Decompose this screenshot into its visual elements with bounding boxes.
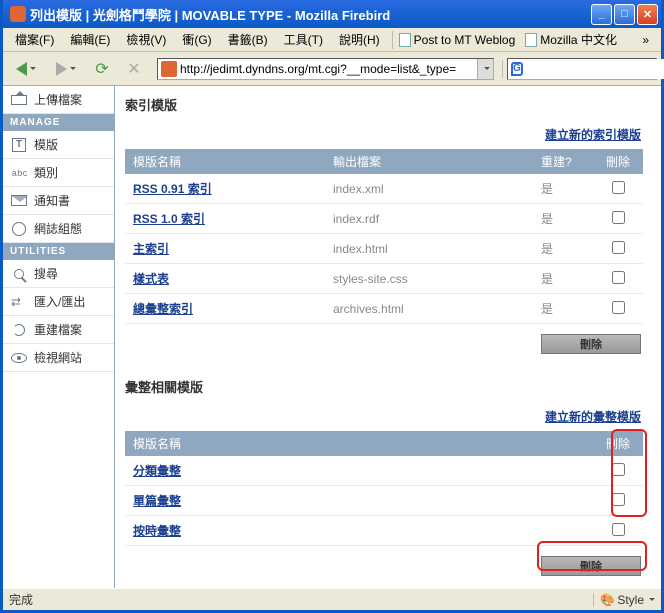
delete-checkbox[interactable] [612, 301, 625, 314]
menu-bookmarks[interactable]: 書籤(B) [222, 29, 274, 50]
navigation-toolbar: ⟳ ✕ G [3, 52, 661, 86]
back-button[interactable] [7, 55, 45, 83]
search-icon [14, 269, 24, 279]
template-link[interactable]: 單篇彙整 [133, 494, 181, 508]
status-text: 完成 [9, 591, 593, 608]
table-row: 總彙整索引archives.html是 [125, 294, 643, 324]
rebuild-icon [13, 324, 25, 336]
close-window-button[interactable]: ✕ [637, 4, 658, 25]
menu-go[interactable]: 衝(G) [176, 29, 217, 50]
forward-arrow-icon [56, 62, 67, 76]
sidebar-import-export[interactable]: 匯入/匯出 [3, 288, 114, 316]
archive-templates-table: 模版名稱 刪除 分類彙整 單篇彙整 按時彙整 [125, 431, 643, 546]
bookmark-mozilla-zh[interactable]: Mozilla 中文化 [525, 31, 617, 48]
reload-icon: ⟳ [95, 59, 108, 79]
reload-button[interactable]: ⟳ [87, 55, 117, 83]
style-selector[interactable]: 🎨 Style [593, 593, 655, 607]
menu-help[interactable]: 說明(H) [333, 29, 386, 50]
url-dropdown-icon[interactable] [477, 59, 493, 79]
globe-icon [12, 222, 26, 236]
delete-checkbox[interactable] [612, 181, 625, 194]
delete-checkbox[interactable] [612, 211, 625, 224]
sidebar-categories[interactable]: a b c類別 [3, 159, 114, 187]
template-link[interactable]: 分類彙整 [133, 464, 181, 478]
create-index-template-link[interactable]: 建立新的索引模版 [545, 128, 641, 142]
search-input[interactable] [526, 59, 664, 79]
template-link[interactable]: 主索引 [133, 242, 169, 256]
stop-button[interactable]: ✕ [119, 55, 149, 83]
highlight-annotation [537, 541, 647, 571]
template-link[interactable]: 樣式表 [133, 272, 169, 286]
minimize-button[interactable]: _ [591, 4, 612, 25]
template-link[interactable]: RSS 1.0 索引 [133, 212, 205, 226]
table-row: RSS 0.91 索引index.xml是 [125, 174, 643, 204]
window-titlebar: 列出模版 | 光劍格鬥學院 | MOVABLE TYPE - Mozilla F… [3, 0, 661, 28]
status-bar: 完成 🎨 Style [3, 588, 661, 610]
sidebar-upload[interactable]: 上傳檔案 [3, 86, 114, 114]
template-icon: T [12, 138, 26, 152]
template-link[interactable]: RSS 0.91 索引 [133, 182, 212, 196]
delete-checkbox[interactable] [612, 271, 625, 284]
th-output: 輸出檔案 [325, 149, 533, 174]
table-row: 分類彙整 [125, 456, 643, 486]
sidebar-weblog-config[interactable]: 網誌組態 [3, 215, 114, 243]
th-delete: 刪除 [593, 149, 643, 174]
th-rebuild: 重建? [533, 149, 593, 174]
menu-edit[interactable]: 編輯(E) [64, 29, 116, 50]
category-icon: a b c [10, 166, 28, 180]
th-name: 模版名稱 [125, 431, 593, 456]
th-name: 模版名稱 [125, 149, 325, 174]
menu-file[interactable]: 檔案(F) [9, 29, 60, 50]
stop-icon: ✕ [127, 59, 140, 79]
import-export-icon [11, 295, 27, 309]
sidebar-search[interactable]: 搜尋 [3, 260, 114, 288]
template-link[interactable]: 按時彙整 [133, 524, 181, 538]
app-icon [10, 6, 26, 22]
sidebar-header-manage: MANAGE [3, 114, 114, 131]
template-link[interactable]: 總彙整索引 [133, 302, 193, 316]
site-icon [161, 61, 177, 77]
search-bar[interactable]: G [507, 58, 657, 80]
url-input[interactable] [180, 59, 477, 79]
upload-icon [11, 95, 27, 105]
address-bar[interactable] [157, 58, 494, 80]
table-row: 主索引index.html是 [125, 234, 643, 264]
menu-bar: 檔案(F) 編輯(E) 檢視(V) 衝(G) 書籤(B) 工具(T) 說明(H)… [3, 28, 661, 52]
page-icon [399, 33, 411, 47]
delete-checkbox[interactable] [612, 241, 625, 254]
menu-view[interactable]: 檢視(V) [120, 29, 172, 50]
index-templates-table: 模版名稱 輸出檔案 重建? 刪除 RSS 0.91 索引index.xml是 R… [125, 149, 643, 324]
google-icon: G [511, 62, 523, 76]
create-archive-template-link[interactable]: 建立新的彙整模版 [545, 410, 641, 424]
page-icon [525, 33, 537, 47]
main-content: 索引模版 建立新的索引模版 模版名稱 輸出檔案 重建? 刪除 RSS 0.91 … [115, 86, 661, 588]
menu-overflow-icon[interactable]: » [636, 33, 655, 47]
delete-index-button[interactable]: 刪除 [541, 334, 641, 354]
menu-tools[interactable]: 工具(T) [278, 29, 329, 50]
sidebar-view-site[interactable]: 檢視網站 [3, 344, 114, 372]
table-row: 樣式表styles-site.css是 [125, 264, 643, 294]
sidebar-notifications[interactable]: 通知書 [3, 187, 114, 215]
sidebar: 上傳檔案 MANAGE T模版 a b c類別 通知書 網誌組態 UTILITI… [3, 86, 115, 588]
forward-button[interactable] [47, 55, 85, 83]
sidebar-templates[interactable]: T模版 [3, 131, 114, 159]
eye-icon [11, 353, 27, 363]
back-arrow-icon [16, 62, 27, 76]
section-title-index: 索引模版 [125, 92, 643, 122]
section-title-archive: 彙整相關模版 [125, 374, 643, 404]
table-row: RSS 1.0 索引index.rdf是 [125, 204, 643, 234]
palette-icon: 🎨 [600, 593, 615, 607]
highlight-annotation [611, 429, 647, 517]
table-row: 單篇彙整 [125, 486, 643, 516]
sidebar-rebuild[interactable]: 重建檔案 [3, 316, 114, 344]
mail-icon [11, 195, 27, 206]
window-title: 列出模版 | 光劍格鬥學院 | MOVABLE TYPE - Mozilla F… [30, 5, 591, 24]
delete-checkbox[interactable] [612, 523, 625, 536]
bookmark-post-to-mt[interactable]: Post to MT Weblog [399, 33, 516, 47]
maximize-button[interactable]: □ [614, 4, 635, 25]
sidebar-header-utilities: UTILITIES [3, 243, 114, 260]
